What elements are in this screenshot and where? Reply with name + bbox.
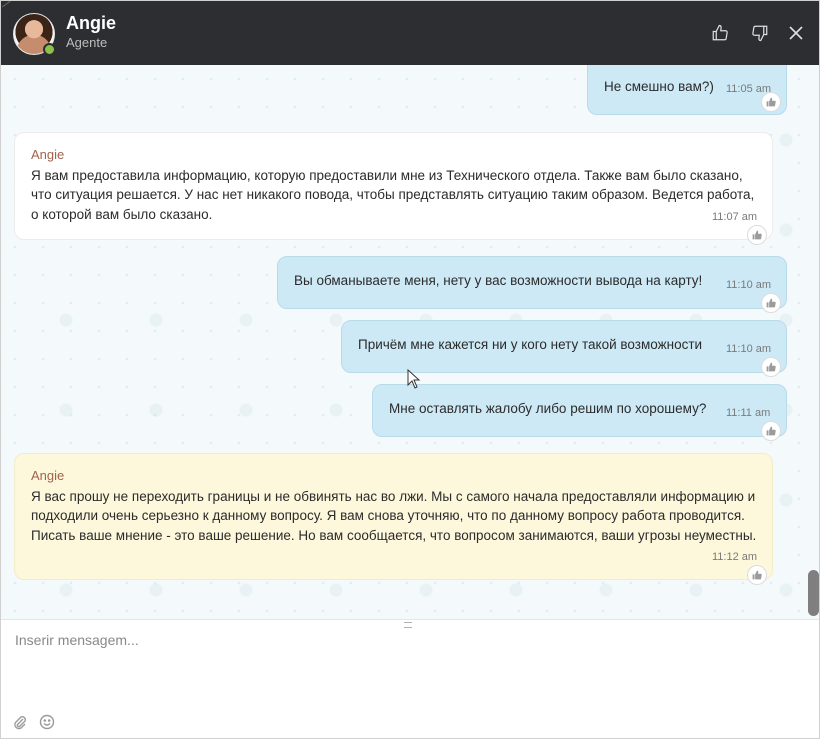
message-text: Мне оставлять жалобу либо решим по хорош…	[389, 401, 707, 416]
thumbs-up-button[interactable]	[708, 21, 732, 45]
message-text: Не смешно вам?)	[604, 79, 714, 94]
message-time: 11:10 am	[726, 343, 772, 355]
like-message-button[interactable]	[761, 293, 781, 313]
like-message-button[interactable]	[747, 565, 767, 585]
chat-scrollbar[interactable]	[805, 65, 819, 619]
message-bubble-incoming: Angie Я вам предоставила информацию, кот…	[14, 132, 773, 245]
chat-messages-area[interactable]: Не смешно вам?) 11:05 am Angie Я вам пре…	[1, 65, 819, 619]
message-text: Причём мне кажется ни у кого нету такой …	[358, 337, 703, 352]
thumbs-down-icon	[752, 25, 768, 42]
message-sender: Angie	[31, 468, 65, 483]
message-text: Я вас прошу не переходить границы и не о…	[31, 488, 757, 543]
attach-file-button[interactable]	[12, 714, 28, 730]
close-icon	[789, 26, 803, 40]
message-time: 11:10 am	[726, 279, 772, 291]
resize-corner-icon	[1, 1, 15, 13]
message-input[interactable]	[13, 630, 807, 714]
chat-header: Angie Agente	[1, 1, 819, 65]
message-text: Вы обманываете меня, нету у вас возможно…	[294, 273, 703, 288]
message-time: 11:12 am	[712, 551, 758, 563]
thumbs-up-icon	[712, 24, 728, 41]
thumbs-up-icon	[766, 298, 776, 308]
like-message-button[interactable]	[761, 421, 781, 441]
message-sender: Angie	[31, 147, 65, 162]
paperclip-icon	[14, 716, 26, 730]
emoji-button[interactable]	[39, 714, 55, 730]
agent-name: Angie	[66, 13, 117, 33]
agent-role: Agente	[66, 35, 108, 50]
thumbs-up-icon	[752, 570, 762, 580]
thumbs-up-icon	[766, 426, 776, 436]
message-text: Я вам предоставила информацию, которую п…	[31, 167, 755, 222]
scrollbar-thumb[interactable]	[808, 570, 819, 616]
thumbs-up-icon	[766, 362, 776, 372]
emoji-icon	[39, 714, 55, 730]
thumbs-up-icon	[766, 97, 776, 107]
like-message-button[interactable]	[761, 357, 781, 377]
message-bubble-outgoing: Не смешно вам?) 11:05 am	[587, 65, 787, 115]
message-bubble-outgoing: Мне оставлять жалобу либо решим по хорош…	[372, 384, 787, 441]
message-time: 11:07 am	[712, 211, 758, 223]
like-message-button[interactable]	[747, 225, 767, 245]
message-composer	[1, 619, 819, 738]
message-bubble-outgoing: Причём мне кажется ни у кого нету такой …	[341, 320, 787, 377]
message-bubble-incoming: Angie Я вас прошу не переходить границы …	[14, 453, 773, 585]
chat-window: Angie Agente Не смешно вам?) 11:05 am An…	[0, 0, 820, 739]
composer-resize-handle[interactable]	[404, 622, 412, 628]
like-message-button[interactable]	[761, 92, 781, 112]
message-bubble-outgoing: Вы обманываете меня, нету у вас возможно…	[277, 256, 787, 313]
thumbs-down-button[interactable]	[748, 21, 772, 45]
online-status-indicator	[43, 43, 56, 56]
close-button[interactable]	[784, 21, 808, 45]
mouse-pointer-icon	[407, 369, 421, 389]
message-time: 11:11 am	[726, 407, 771, 419]
thumbs-up-icon	[752, 230, 762, 240]
